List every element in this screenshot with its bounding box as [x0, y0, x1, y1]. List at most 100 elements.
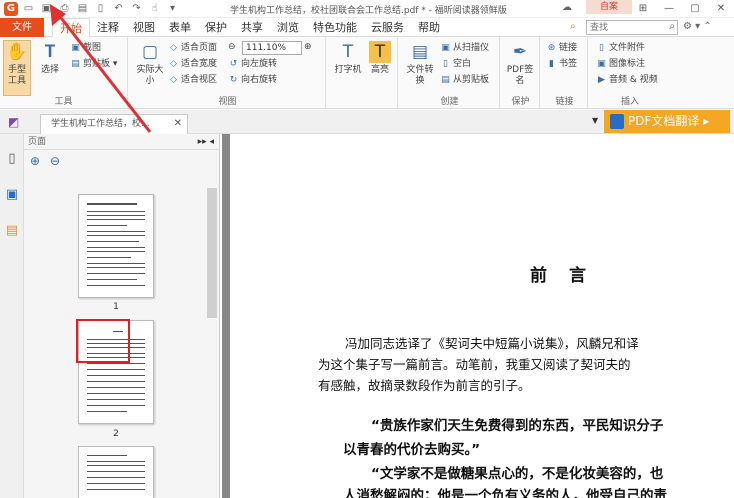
- document-tab-strip: ◩ 学生机构工作总结，校... ✕ ▼ PDF文档翻译 ▸: [0, 110, 734, 134]
- from-scanner-button[interactable]: ▣ 从扫描仪: [440, 41, 489, 55]
- zoom-level-input[interactable]: 111.10%: [242, 41, 302, 55]
- image-annotation-button[interactable]: ▣ 图像标注: [596, 57, 645, 71]
- bookmarks-panel-icon[interactable]: ▯: [0, 148, 24, 170]
- selection-highlight-box: [76, 319, 130, 363]
- save-icon[interactable]: ▣: [40, 2, 53, 15]
- quick-access-toolbar: ▭ ▣ ⎙ ▤ ▯ ↶ ↷ ☝ ▾: [22, 2, 179, 15]
- cloud-icon[interactable]: ☁: [562, 2, 572, 13]
- select-button[interactable]: 𝐓 选择: [36, 41, 64, 76]
- window-controls: ⊞ — ▢ ✕: [630, 0, 734, 18]
- page-thumbnail-3[interactable]: [78, 446, 154, 498]
- redo-icon[interactable]: ↷: [130, 2, 143, 15]
- properties-icon[interactable]: ▤: [76, 2, 89, 15]
- audio-video-button[interactable]: ▶ 音频 & 视频: [596, 73, 658, 87]
- fit-width-button[interactable]: ◇ 适合宽度: [168, 57, 217, 71]
- maximize-icon[interactable]: ▢: [682, 0, 708, 18]
- camera-icon: ▣: [71, 43, 80, 53]
- insert-group: ▯ 文件附件 ▣ 图像标注 ▶ 音频 & 视频 插入: [596, 41, 658, 107]
- create-group: ▤ 文件转换 ▣ 从扫描仪 ▯ 空白 ▤ 从剪贴板 创建: [400, 37, 500, 109]
- tab-form[interactable]: 表单: [162, 18, 198, 38]
- pdf-translate-button[interactable]: PDF文档翻译 ▸: [604, 110, 730, 133]
- rotate-left-icon: ↺: [229, 59, 238, 69]
- file-menu[interactable]: 文件: [0, 18, 44, 37]
- typewriter-button[interactable]: T 打字机: [334, 41, 362, 76]
- thumbnail-zoom-icons[interactable]: ⊕⊖: [30, 154, 70, 168]
- tab-features[interactable]: 特色功能: [306, 18, 364, 38]
- settings-icon[interactable]: ⚙ ▾ ⌃: [683, 21, 712, 32]
- tab-share[interactable]: 共享: [234, 18, 270, 38]
- blank-page-icon: ▯: [443, 59, 448, 69]
- tab-home[interactable]: 开始: [52, 18, 90, 38]
- pdf-sign-button[interactable]: ✒ PDF签名: [506, 41, 534, 87]
- search-field[interactable]: ⌕: [586, 20, 678, 35]
- page-number-label: 1: [113, 302, 119, 312]
- close-tab-icon[interactable]: ✕: [174, 115, 182, 133]
- hand-icon: ✋: [6, 42, 28, 62]
- pages-panel-icon[interactable]: ▣: [0, 184, 24, 206]
- tab-list-dropdown-icon[interactable]: ▼: [592, 116, 598, 125]
- close-icon[interactable]: ✕: [708, 0, 734, 18]
- rotate-left-button[interactable]: ↺ 向左旋转: [228, 57, 277, 71]
- media-icon: ▶: [598, 75, 605, 85]
- zoom-out-icon[interactable]: ⊖: [228, 40, 236, 54]
- rotate-right-button[interactable]: ↻ 向右旋转: [228, 73, 277, 87]
- page-thumbnail-1[interactable]: [78, 194, 154, 298]
- view-group: ▢ 实际大小 ◇ 适合页面 ◇ 适合宽度 ◇ 适合视区 ⊖ 111.10% ⊕ ↺ 向左…: [130, 37, 326, 109]
- paragraph-line: 为这个集子写一篇前言。动笔前，我重又阅读了契诃夫的: [318, 357, 631, 372]
- print-icon[interactable]: ⎙: [58, 2, 71, 15]
- open-folder-icon[interactable]: ▭: [22, 2, 35, 15]
- cursor-icon: 𝐓: [44, 42, 56, 62]
- quote-line: “文学家不是做糖果点心的，不是化妆美容的，也: [371, 466, 664, 482]
- clipboard-button[interactable]: ▤ 剪贴板 ▾: [70, 57, 117, 71]
- zoom-in-icon[interactable]: ⊕: [304, 40, 312, 54]
- paste-icon: ▤: [441, 75, 450, 85]
- panel-toggle-icon[interactable]: ◩: [8, 115, 19, 129]
- find-tool-icon[interactable]: ⌕: [570, 21, 576, 32]
- document-page: 前言 冯加同志选译了《契诃夫中短篇小说集》，风麟兄和译 为这个集子写一篇前言。动…: [230, 134, 734, 498]
- highlight-icon: T: [369, 41, 391, 63]
- title-bar: G ▭ ▣ ⎙ ▤ ▯ ↶ ↷ ☝ ▾ 学生机构工作总结，校社团联合会工作总结.…: [0, 0, 734, 18]
- minimize-icon[interactable]: —: [656, 0, 682, 18]
- menu-tabs: 开始 注释 视图 表单 保护 共享 浏览 特色功能 云服务 帮助: [52, 18, 447, 38]
- highlight-button[interactable]: T 高亮: [366, 41, 394, 76]
- panel-controls-icon[interactable]: ▸▸ ◂: [198, 134, 214, 150]
- hand-tool-button[interactable]: ✋ 手型工具: [3, 40, 31, 96]
- customize-dropdown-icon[interactable]: ▾: [166, 2, 179, 15]
- pen-sign-icon: ✒: [512, 42, 528, 62]
- file-attachment-button[interactable]: ▯ 文件附件: [596, 41, 645, 55]
- search-input[interactable]: [587, 21, 657, 34]
- tools-group: ✋ 手型工具 𝐓 选择 ▣ 截图 ▤ 剪贴板 ▾ 工具: [0, 37, 128, 109]
- theme-button[interactable]: 自案: [586, 0, 632, 14]
- from-clipboard-button[interactable]: ▤ 从剪贴板: [440, 73, 489, 87]
- tab-cloud[interactable]: 云服务: [364, 18, 411, 38]
- document-view: 前言 冯加同志选译了《契诃夫中短篇小说集》，风麟兄和译 为这个集子写一篇前言。动…: [222, 134, 734, 498]
- tab-protect[interactable]: 保护: [198, 18, 234, 38]
- fit-page-button[interactable]: ◇ 适合页面: [168, 41, 217, 55]
- typewriter-icon: T: [342, 42, 354, 62]
- screenshot-button[interactable]: ▣ 截图: [70, 41, 101, 55]
- paragraph-line: 冯加同志选译了《契诃夫中短篇小说集》，风麟兄和译: [345, 336, 639, 351]
- fit-width-icon: ◇: [170, 59, 177, 69]
- hand-tool-icon[interactable]: ☝: [148, 2, 161, 15]
- tab-view[interactable]: 视图: [126, 18, 162, 38]
- actual-size-button[interactable]: ▢ 实际大小: [136, 41, 164, 87]
- fit-visible-button[interactable]: ◇ 适合视区: [168, 73, 217, 87]
- bookmark-button[interactable]: ▮ 书签: [546, 57, 577, 71]
- thumbnail-scrollbar[interactable]: [207, 188, 217, 318]
- comments-panel-icon[interactable]: ▤: [0, 220, 24, 242]
- search-icon[interactable]: ⌕: [669, 21, 675, 32]
- quote-line: “贵族作家们天生免费得到的东西，平民知识分子: [371, 418, 664, 434]
- scanner-icon: ▣: [441, 43, 450, 53]
- link-button[interactable]: ⊛ 链接: [546, 41, 577, 55]
- app-logo-icon[interactable]: G: [4, 2, 18, 16]
- document-tab[interactable]: 学生机构工作总结，校... ✕: [40, 114, 188, 134]
- file-convert-button[interactable]: ▤ 文件转换: [406, 41, 434, 87]
- layout-icon[interactable]: ⊞: [630, 0, 656, 18]
- tab-comment[interactable]: 注释: [90, 18, 126, 38]
- tab-browse[interactable]: 浏览: [270, 18, 306, 38]
- undo-icon[interactable]: ↶: [112, 2, 125, 15]
- tab-help[interactable]: 帮助: [411, 18, 447, 38]
- blank-button[interactable]: ▯ 空白: [440, 57, 471, 71]
- new-icon[interactable]: ▯: [94, 2, 107, 15]
- navigation-icon-strip: ▯ ▣ ▤: [0, 134, 24, 498]
